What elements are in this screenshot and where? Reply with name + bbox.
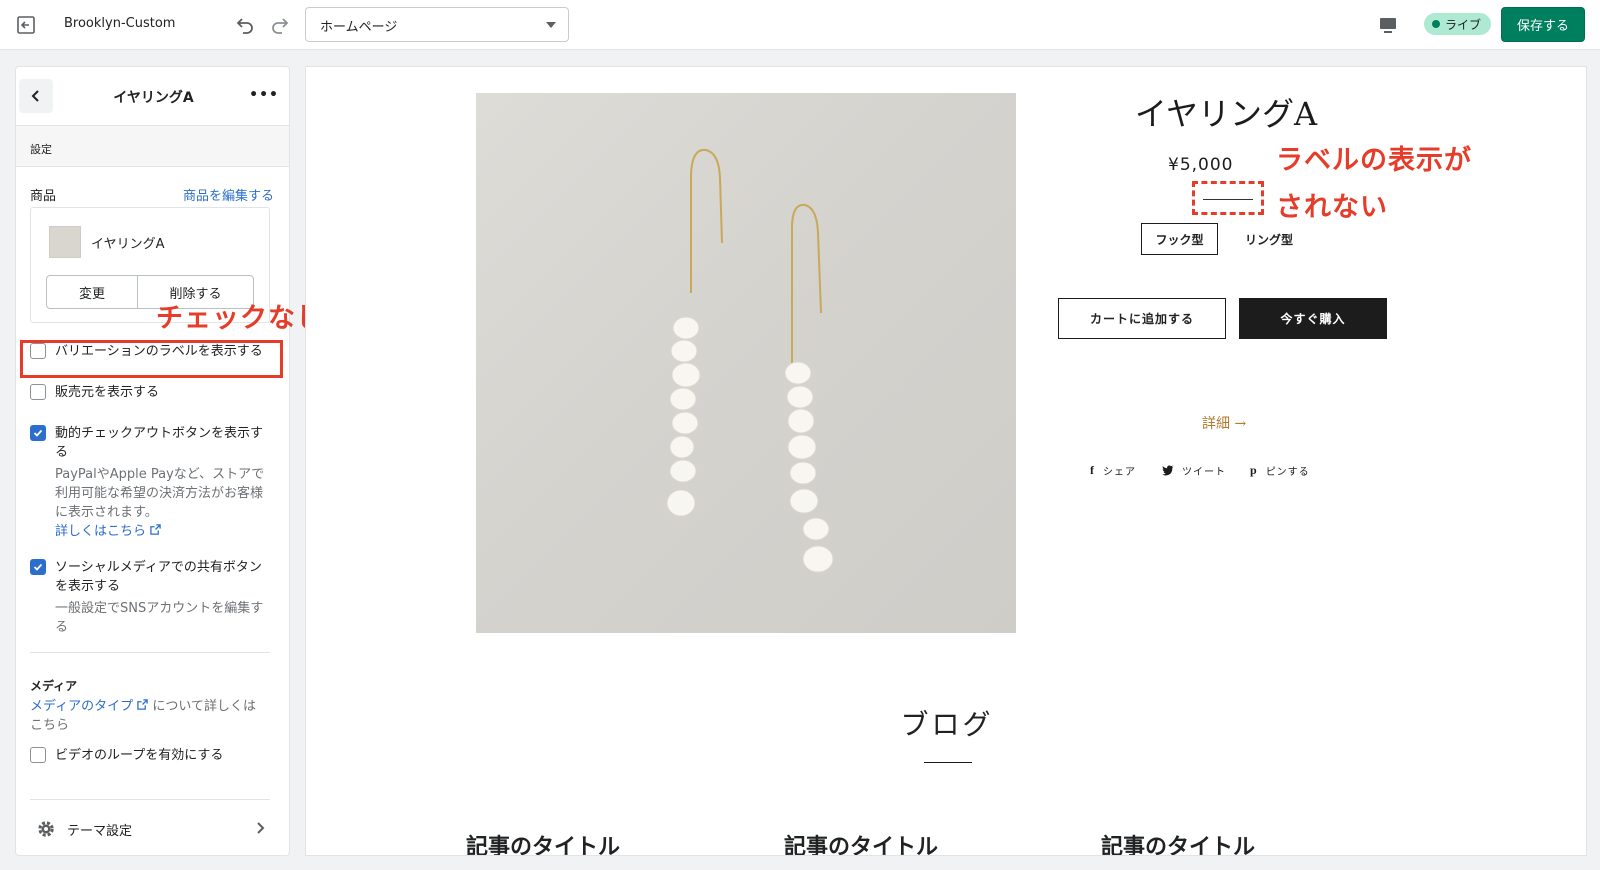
earrings-photo-illustration <box>666 148 834 573</box>
share-twitter-label: ツイート <box>1182 467 1226 478</box>
share-facebook-link[interactable]: f シェア <box>1090 463 1136 478</box>
chevron-right-icon <box>257 822 265 834</box>
live-status-label: ライブ <box>1445 17 1482 32</box>
edit-product-link[interactable]: 商品を編集する <box>183 185 274 204</box>
add-to-cart-button[interactable]: カートに追加する <box>1058 298 1226 339</box>
change-product-button[interactable]: 変更 <box>47 276 138 308</box>
store-preview: イヤリングA ¥5,000 ラベルの表示が されない フック型 リング型 カート… <box>305 66 1587 856</box>
video-loop-label: ビデオのループを有効にする <box>55 748 224 763</box>
social-sharing-checkbox[interactable] <box>30 559 46 575</box>
social-sharing-help-line2: る <box>55 620 69 635</box>
social-sharing-label-line2: を表示する <box>55 579 121 594</box>
twitter-icon <box>1162 465 1174 476</box>
media-help-line2: こちら <box>30 718 70 733</box>
pinterest-icon: p <box>1250 463 1258 477</box>
checkmark-icon <box>33 563 43 571</box>
annotation-label-note-line1: ラベルの表示が <box>1276 145 1472 176</box>
redo-icon <box>272 18 289 34</box>
external-link-icon <box>150 524 161 535</box>
variant-option-hook[interactable]: フック型 <box>1141 223 1218 255</box>
details-link[interactable]: 詳細 → <box>1202 413 1246 433</box>
annotation-highlight-box <box>20 340 283 378</box>
buy-now-button[interactable]: 今すぐ購入 <box>1239 298 1387 339</box>
video-loop-checkbox[interactable] <box>30 747 46 763</box>
dynamic-checkout-label-line2: る <box>55 445 69 460</box>
product-image[interactable] <box>476 93 1016 633</box>
undo-icon <box>236 18 253 34</box>
variant-label-placeholder <box>1203 199 1253 200</box>
external-link-icon <box>137 699 148 710</box>
annotation-unchecked-note: チェックなし <box>156 303 324 334</box>
learn-more-link[interactable]: 詳しくはこちら <box>55 524 161 539</box>
live-status-badge: ライブ <box>1424 13 1492 35</box>
theme-name: Brooklyn-Custom <box>64 16 176 31</box>
save-button[interactable]: 保存する <box>1501 7 1585 42</box>
chevron-down-icon <box>546 22 556 28</box>
media-types-link[interactable]: メディアのタイプ <box>30 699 152 714</box>
video-loop-setting[interactable]: ビデオのループを有効にする <box>30 746 274 765</box>
variant-option-ring[interactable]: リング型 <box>1234 223 1304 255</box>
article-title[interactable]: 記事のタイトル <box>1101 829 1255 855</box>
sidebar-header: イヤリングA ••• <box>16 67 289 126</box>
sidebar-divider <box>30 799 270 800</box>
media-help-rest: について詳しくは <box>152 699 256 714</box>
product-thumbnail <box>49 226 81 258</box>
learn-more-link-text: 詳しくはこちら <box>55 524 147 539</box>
social-sharing-help-line1: 一般設定でSNSアカウントを編集す <box>55 601 264 616</box>
blog-heading: ブログ <box>900 708 994 741</box>
share-twitter-link[interactable]: ツイート <box>1162 463 1226 478</box>
social-sharing-help: 一般設定でSNSアカウントを編集す る <box>55 599 270 637</box>
article-title[interactable]: 記事のタイトル <box>784 829 938 855</box>
social-sharing-label: ソーシャルメディアでの共有ボタン を表示する <box>55 558 262 596</box>
dynamic-checkout-checkbox[interactable] <box>30 425 46 441</box>
dynamic-checkout-setting[interactable]: 動的チェックアウトボタンを表示す る <box>30 424 274 462</box>
annotation-label-note: ラベルの表示が されない <box>1276 137 1472 231</box>
show-vendor-checkbox[interactable] <box>30 384 46 400</box>
undo-button[interactable] <box>231 11 259 39</box>
product-price: ¥5,000 <box>1168 155 1234 175</box>
page-select[interactable]: ホームページ <box>305 7 569 42</box>
article-title[interactable]: 記事のタイトル <box>466 829 620 855</box>
theme-settings-label: テーマ設定 <box>67 823 133 839</box>
show-vendor-setting[interactable]: 販売元を表示する <box>30 383 274 402</box>
social-sharing-setting[interactable]: ソーシャルメディアでの共有ボタン を表示する <box>30 558 274 596</box>
redo-button[interactable] <box>266 11 294 39</box>
editor-topbar: Brooklyn-Custom ホームページ ライブ 保存する <box>0 0 1600 50</box>
share-facebook-label: シェア <box>1103 467 1136 478</box>
sidebar-divider <box>30 652 270 653</box>
dynamic-checkout-label-line1: 動的チェックアウトボタンを表示す <box>55 426 264 441</box>
product-title: イヤリングA <box>1134 95 1318 133</box>
checkmark-icon <box>33 429 43 437</box>
dynamic-checkout-help-line2: 利用可能な希望の決済方法がお客様 <box>55 486 264 501</box>
settings-sidebar: イヤリングA ••• 設定 商品 商品を編集する イヤリングA 変更 削除する … <box>15 66 290 856</box>
share-pinterest-label: ピンする <box>1265 467 1310 478</box>
annotation-missing-label-box <box>1192 181 1264 215</box>
media-help-text: メディアのタイプ について詳しくは こちら <box>30 697 270 735</box>
share-pinterest-link[interactable]: p ピンする <box>1250 463 1310 478</box>
blog-heading-rule <box>924 762 972 763</box>
media-section-title: メディア <box>30 679 78 693</box>
dynamic-checkout-help-line3: に表示されます。 <box>55 505 158 520</box>
theme-settings-link[interactable]: テーマ設定 <box>36 817 271 841</box>
dynamic-checkout-label: 動的チェックアウトボタンを表示す る <box>55 424 263 462</box>
page-select-value: ホームページ <box>320 20 398 35</box>
show-vendor-label: 販売元を表示する <box>55 385 160 400</box>
more-actions-icon[interactable]: ••• <box>249 87 279 103</box>
selected-product-name: イヤリングA <box>91 237 165 252</box>
live-dot-icon <box>1432 20 1440 28</box>
media-types-link-text: メディアのタイプ <box>30 699 134 714</box>
annotation-label-note-line2: されない <box>1276 192 1388 223</box>
desktop-icon <box>1380 18 1396 33</box>
exit-editor-button[interactable] <box>10 10 42 40</box>
exit-icon <box>17 16 35 34</box>
settings-section-label: 設定 <box>16 126 289 167</box>
social-sharing-label-line1: ソーシャルメディアでの共有ボタン <box>55 560 262 575</box>
facebook-icon: f <box>1090 463 1095 477</box>
desktop-view-button[interactable] <box>1376 13 1400 37</box>
dynamic-checkout-help-line1: PayPalやApple Payなど、ストアで <box>55 467 265 482</box>
gear-icon <box>38 821 54 837</box>
dynamic-checkout-help: PayPalやApple Payなど、ストアで 利用可能な希望の決済方法がお客様… <box>55 465 270 541</box>
product-label: 商品 <box>30 189 57 204</box>
